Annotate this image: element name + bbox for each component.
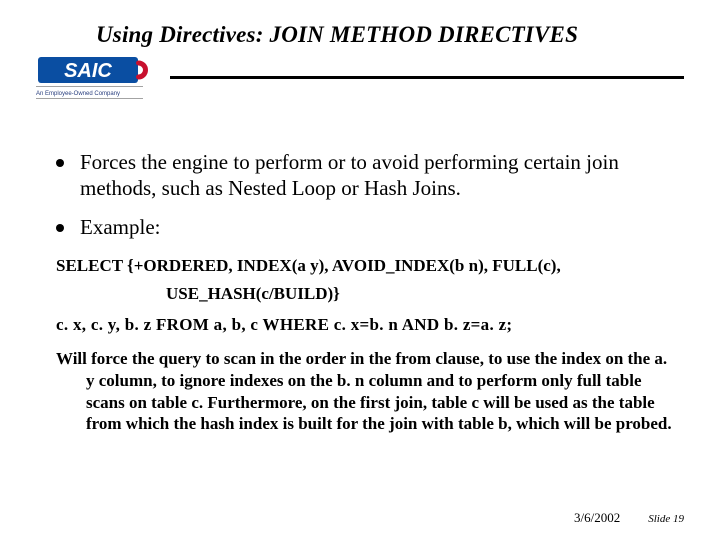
explanation-text: Will force the query to scan in the orde… <box>56 348 678 435</box>
code-line: SELECT {+ORDERED, INDEX(a y), AVOID_INDE… <box>56 255 684 277</box>
slide-body: SELECT {+ORDERED, INDEX(a y), AVOID_INDE… <box>56 255 684 435</box>
code-line: c. x, c. y, b. z FROM a, b, c WHERE c. x… <box>56 314 684 336</box>
footer-date: 3/6/2002 <box>574 510 620 526</box>
bullet-item: Example: <box>56 215 684 241</box>
explanation-paragraph: Will force the query to scan in the orde… <box>56 348 678 435</box>
header-row: SAIC An Employee-Owned Company <box>36 54 684 100</box>
bullet-list: Forces the engine to perform or to avoid… <box>56 150 684 241</box>
slide: Using Directives: JOIN METHOD DIRECTIVES… <box>0 0 720 540</box>
slide-footer: 3/6/2002 Slide 19 <box>574 510 684 526</box>
slide-title: Using Directives: JOIN METHOD DIRECTIVES <box>96 22 684 48</box>
horizontal-rule <box>170 76 684 79</box>
logo-text: SAIC <box>64 60 112 82</box>
logo-tagline: An Employee-Owned Company <box>36 91 120 97</box>
company-logo: SAIC An Employee-Owned Company <box>36 54 156 100</box>
bullet-item: Forces the engine to perform or to avoid… <box>56 150 684 201</box>
footer-slide-number: Slide 19 <box>648 513 684 525</box>
code-line: USE_HASH(c/BUILD)} <box>166 283 684 305</box>
